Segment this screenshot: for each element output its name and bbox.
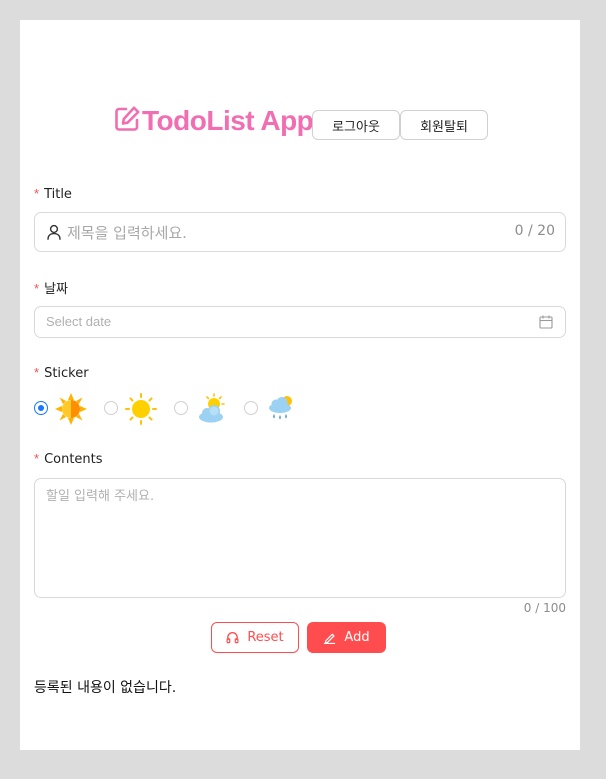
radio-button[interactable] (244, 401, 258, 415)
required-mark: * (34, 451, 40, 466)
reset-icon (226, 632, 239, 644)
date-picker[interactable]: Select date (34, 306, 566, 338)
date-label: * 날짜 (34, 278, 68, 297)
todo-card: TodoList App 로그아웃 회원탈퇴 * Title 제목을 입력하세요.… (20, 20, 580, 750)
rainy-sticker-icon (269, 396, 292, 420)
required-mark: * (34, 281, 40, 296)
contents-label-text: Contents (44, 452, 103, 467)
app-header: TodoList App 로그아웃 회원탈퇴 (20, 102, 580, 142)
title-placeholder: 제목을 입력하세요. (67, 224, 187, 242)
sticker-option-rainy[interactable] (244, 392, 314, 426)
sticker-label: * Sticker (34, 365, 89, 381)
title-input[interactable]: 제목을 입력하세요. 0 / 20 (34, 212, 566, 252)
radio-button[interactable] (104, 401, 118, 415)
required-mark: * (34, 186, 40, 201)
sticker-option-partly-cloudy[interactable] (174, 392, 244, 426)
title-label: * Title (34, 186, 72, 202)
radio-button[interactable] (174, 401, 188, 415)
add-label: Add (344, 630, 370, 645)
calendar-icon (539, 315, 553, 329)
radio-button[interactable] (34, 401, 48, 415)
partly-cloudy-sticker-icon (199, 393, 225, 423)
sunny-sticker-icon (125, 393, 157, 425)
edit-icon (324, 633, 336, 644)
contents-textarea[interactable]: 할일 입력해 주세요. (34, 478, 566, 598)
app-title: TodoList App (142, 105, 314, 136)
add-button[interactable]: Add (307, 622, 386, 653)
sticker-option-sunny-hot[interactable] (34, 392, 104, 426)
required-mark: * (34, 365, 40, 380)
contents-placeholder: 할일 입력해 주세요. (46, 489, 155, 504)
sticker-label-text: Sticker (44, 366, 89, 381)
withdraw-button[interactable]: 회원탈퇴 (400, 110, 488, 140)
sticker-radio-group (34, 392, 574, 426)
title-label-text: Title (44, 187, 72, 202)
date-placeholder: Select date (46, 314, 112, 329)
empty-list-message: 등록된 내용이 없습니다. (34, 680, 177, 696)
logout-button[interactable]: 로그아웃 (312, 110, 400, 140)
sunny-hot-sticker-icon (55, 393, 87, 425)
user-icon (47, 224, 61, 240)
reset-label: Reset (247, 630, 284, 645)
contents-char-count: 0 / 100 (523, 601, 566, 615)
date-label-text: 날짜 (44, 282, 68, 297)
reset-button[interactable]: Reset (211, 622, 299, 653)
title-char-count: 0 / 20 (514, 223, 555, 239)
edit-square-icon (115, 106, 140, 131)
sticker-option-sunny[interactable] (104, 392, 174, 426)
contents-label: * Contents (34, 451, 103, 467)
